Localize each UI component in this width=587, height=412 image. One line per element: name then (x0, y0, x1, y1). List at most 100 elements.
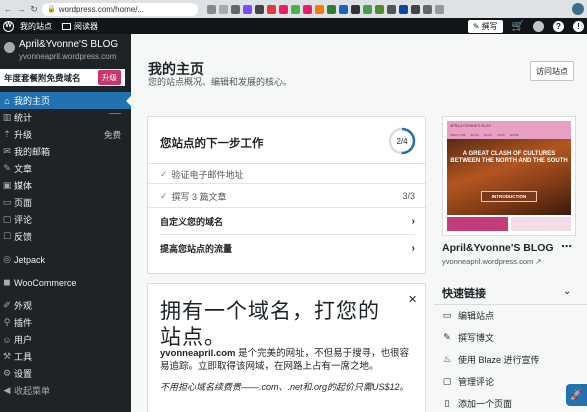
my-sites-label: 我的站点 (20, 21, 52, 31)
lock-icon: 🔒 (47, 6, 56, 13)
sidebar-item-14[interactable]: ⚒ 工具 (0, 348, 131, 365)
extension-icon[interactable] (207, 4, 216, 14)
extension-icon[interactable] (279, 4, 288, 14)
sidebar-toggle-icon[interactable] (435, 4, 444, 14)
sidebar-item-label: 页面 (14, 198, 33, 208)
extension-icon[interactable] (303, 4, 312, 14)
domain-note: 不用担心域名续费贵——.com、.net和.org的起价只需US$12。 (160, 382, 409, 392)
site-card-url-text: yvonneapril.wordpress.com (442, 257, 534, 266)
notifications-icon[interactable]: ! (573, 20, 584, 32)
page-subtitle: 您的站点概况、编辑和发展的核心。 (148, 77, 293, 87)
sidebar-item-5[interactable]: ▣ 媒体 (0, 177, 131, 194)
flame-icon: ♨ (442, 354, 452, 364)
extension-icon[interactable] (399, 4, 408, 14)
sidebar-item-3[interactable]: ✉ 我的邮箱 (0, 143, 131, 160)
more-options-icon[interactable]: ⋯ (561, 240, 572, 253)
upgrade-promo[interactable]: 年度套餐附免费域名 升级 (0, 69, 125, 86)
sidebar-item-15[interactable]: ⚙ 设置 (0, 365, 131, 382)
avatar[interactable] (533, 20, 544, 32)
preview-nav-item: NOW (497, 133, 505, 137)
site-card-url[interactable]: yvonneapril.wordpress.com ↗ (442, 257, 542, 266)
sidebar-item-8[interactable]: ☐ 反馈 (0, 228, 131, 245)
preview-intro-button: INTRODUCTION (481, 191, 537, 202)
extension-icon[interactable] (243, 4, 252, 14)
site-preview-thumbnail[interactable]: APRIL&YVONNE'S BLOG ABOUT ME BLOG BLOG N… (442, 116, 576, 236)
sidebar-item-12[interactable]: ⚲ 插件 (0, 314, 131, 331)
reload-icon[interactable]: ↻ (29, 4, 39, 15)
house-icon: ⌂ (4, 95, 10, 106)
quick-link-2[interactable]: ♨ 使用 Blaze 进行宣传 (442, 353, 540, 366)
quick-link-0[interactable]: ▭ 编辑站点 (442, 309, 494, 322)
extension-icon[interactable] (387, 4, 396, 14)
extension-icon[interactable] (219, 4, 228, 14)
extension-icon[interactable] (351, 4, 360, 14)
sidebar-item-6[interactable]: ▭ 页面 (0, 194, 131, 211)
upgrade-button[interactable]: 升级 (98, 70, 121, 85)
write-label: 撰写 (481, 21, 498, 31)
promo-text: 年度套餐附免费域名 (4, 72, 81, 83)
extension-icon[interactable] (327, 4, 336, 14)
url-bar[interactable]: 🔒 wordpress.com/home/... (42, 2, 198, 16)
upgrade-icon: ⇡ (3, 129, 11, 139)
sidebar-item-7[interactable]: ▢ 评论 (0, 211, 131, 228)
back-arrow-icon[interactable]: ← (3, 4, 13, 14)
stats-sparkline (109, 113, 121, 114)
reader-link[interactable]: 阅读器 (62, 21, 98, 32)
sidebar-item-9[interactable]: ◎ Jetpack (0, 251, 131, 268)
sidebar-item-label: 工具 (14, 352, 33, 362)
extension-icon[interactable] (411, 4, 420, 14)
sidebar-item-label: 文章 (14, 164, 33, 174)
extension-icon[interactable] (363, 4, 372, 14)
task-label: 撰写 3 篇文章 (171, 191, 227, 202)
visit-site-button[interactable]: 访问站点 (530, 61, 574, 81)
extension-icon[interactable] (315, 4, 324, 14)
extension-icon[interactable] (291, 4, 300, 14)
cart-icon[interactable]: 🛒 (512, 21, 524, 32)
quick-link-1[interactable]: ✎ 撰写博文 (442, 331, 494, 344)
preview-block (510, 217, 571, 231)
extension-icon[interactable] (267, 4, 276, 14)
quick-link-3[interactable]: ▢ 管理评论 (442, 375, 494, 388)
extension-icon[interactable] (255, 4, 264, 14)
close-icon[interactable]: ✕ (408, 293, 417, 306)
divider (434, 304, 587, 305)
extension-icon[interactable] (339, 4, 348, 14)
quick-link-label: 添加一个页面 (458, 399, 513, 409)
forward-arrow-icon[interactable]: → (16, 4, 26, 14)
help-icon[interactable]: ? (553, 20, 564, 32)
extension-icon[interactable] (375, 4, 384, 14)
puzzle-icon[interactable] (423, 4, 432, 14)
sidebar-item-10[interactable]: ◼ WooCommerce (0, 274, 131, 291)
my-sites-link[interactable]: W 我的站点 (3, 20, 52, 32)
task-increase-traffic[interactable]: 提高您站点的流量 › (160, 236, 415, 260)
sidebar-item-11[interactable]: ✐ 外观 (0, 297, 131, 314)
sidebar-item-1[interactable]: ▥ 统计 (0, 109, 131, 126)
rocket-icon[interactable]: 🚀 (566, 384, 587, 406)
sidebar-item-13[interactable]: ☺ 用户 (0, 331, 131, 348)
sidebar-item-label: 插件 (14, 318, 33, 328)
sidebar-item-0[interactable]: ⌂ 我的主页 (0, 92, 131, 109)
quick-link-label: 编辑站点 (458, 311, 495, 321)
quick-link-label: 管理评论 (458, 377, 495, 387)
pencil-icon: ✎ (443, 332, 451, 342)
sidebar-item-label: Jetpack (14, 254, 46, 265)
sidebar-item-label: 统计 (14, 113, 33, 123)
sidebar-menu: ⌂ 我的主页 ▥ 统计 ⇡ 升级 免费 ✉ 我的邮箱 ✎ 文章 ▣ 媒体 ▭ 页面 ▢ 评论 ☐ 反馈 ◎ Jetpac… (0, 92, 131, 399)
sidebar-item-2[interactable]: ⇡ 升级 免费 (0, 126, 131, 143)
task-count: 3/3 (402, 191, 415, 201)
quick-link-4[interactable]: ▯ 添加一个页面 (442, 397, 513, 410)
comment-icon: ▢ (442, 376, 452, 386)
task-write-posts: ✓ 撰写 3 篇文章 3/3 (160, 185, 415, 207)
sidebar-item-4[interactable]: ✎ 文章 (0, 160, 131, 177)
site-switcher[interactable]: April&Yvonne'S BLOG yvonneapril.wordpres… (0, 34, 131, 61)
site-card-name: April&Yvonne'S BLOG (442, 242, 554, 254)
extension-icon[interactable] (231, 4, 240, 14)
task-customize-domain[interactable]: 自定义您的域名 › (160, 209, 415, 233)
media-icon: ▣ (2, 180, 12, 190)
profile-avatar[interactable] (572, 3, 584, 15)
write-button[interactable]: ✎ 撰写 (467, 19, 503, 33)
chevron-down-icon[interactable]: ⌄ (563, 286, 571, 297)
preview-hero-text: A GREAT CLASH OF CULTURES BETWEEN THE NO… (450, 151, 568, 164)
preview-header: APRIL&YVONNE'S BLOG (447, 121, 571, 131)
sidebar-item-16[interactable]: ◀ 收起菜单 (0, 382, 131, 399)
